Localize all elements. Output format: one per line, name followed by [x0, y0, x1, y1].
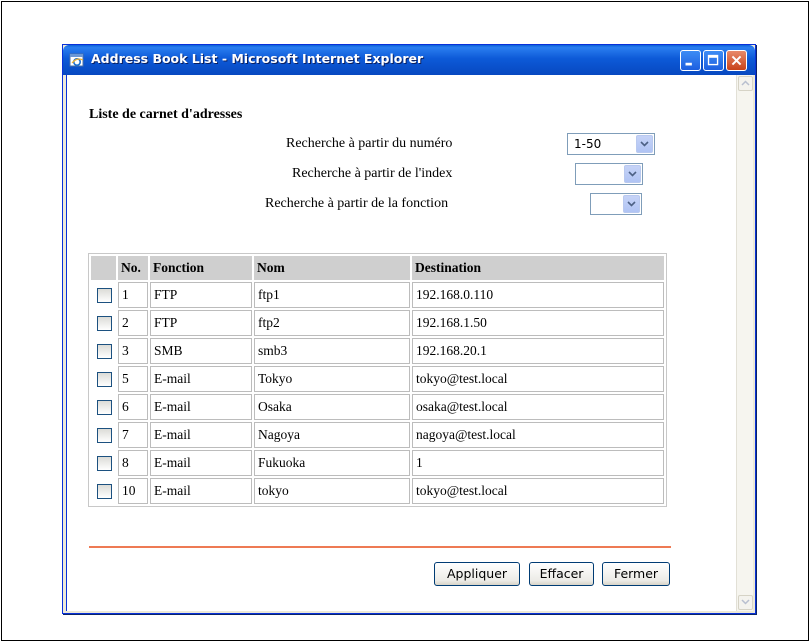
header-destination: Destination: [412, 256, 664, 280]
row-name: ftp1: [254, 282, 410, 308]
row-checkbox[interactable]: [97, 400, 112, 416]
browser-content-area: Liste de carnet d'adresses Recherche à p…: [66, 75, 753, 611]
chevron-down-icon[interactable]: [636, 135, 653, 153]
row-select-cell[interactable]: [91, 422, 116, 448]
row-name: smb3: [254, 338, 410, 364]
maximize-button[interactable]: [703, 50, 724, 71]
row-no: 1: [118, 282, 148, 308]
row-name: Osaka: [254, 394, 410, 420]
page-content: Liste de carnet d'adresses Recherche à p…: [67, 75, 736, 611]
table-row[interactable]: 5 E-mail Tokyo tokyo@test.local: [91, 366, 664, 392]
minimize-icon: [685, 62, 692, 66]
table-row[interactable]: 8 E-mail Fukuoka 1: [91, 450, 664, 476]
row-name: ftp2: [254, 310, 410, 336]
vertical-scrollbar[interactable]: [736, 75, 753, 611]
table-row[interactable]: 7 E-mail Nagoya nagoya@test.local: [91, 422, 664, 448]
row-function: E-mail: [150, 478, 252, 504]
close-window-button[interactable]: [726, 50, 747, 71]
search-by-function-select[interactable]: [590, 193, 642, 215]
row-checkbox[interactable]: [97, 456, 112, 472]
internet-explorer-icon: [69, 53, 84, 67]
row-no: 2: [118, 310, 148, 336]
row-select-cell[interactable]: [91, 478, 116, 504]
outer-frame: Address Book List - Microsoft Internet E…: [1, 1, 809, 641]
row-checkbox[interactable]: [97, 484, 112, 500]
row-destination: 192.168.0.110: [412, 282, 664, 308]
row-no: 5: [118, 366, 148, 392]
chevron-down-icon[interactable]: [623, 195, 640, 213]
chevron-down-icon[interactable]: [624, 165, 641, 183]
row-destination: osaka@test.local: [412, 394, 664, 420]
table-row[interactable]: 1 FTP ftp1 192.168.0.110: [91, 282, 664, 308]
table-header-row: No. Fonction Nom Destination: [91, 256, 664, 280]
row-no: 6: [118, 394, 148, 420]
maximize-icon: [707, 54, 719, 66]
apply-button[interactable]: Appliquer: [434, 562, 520, 586]
minimize-button[interactable]: [680, 50, 701, 71]
row-function: E-mail: [150, 394, 252, 420]
row-checkbox[interactable]: [97, 316, 112, 332]
row-function: E-mail: [150, 366, 252, 392]
search-by-number-row: Recherche à partir du numéro 1-50: [67, 133, 736, 157]
row-name: tokyo: [254, 478, 410, 504]
table-row[interactable]: 2 FTP ftp2 192.168.1.50: [91, 310, 664, 336]
search-by-number-label: Recherche à partir du numéro: [286, 136, 453, 151]
row-no: 7: [118, 422, 148, 448]
scroll-down-button[interactable]: [738, 595, 753, 610]
chevron-up-icon: [741, 80, 750, 86]
table-row[interactable]: 3 SMB smb3 192.168.20.1: [91, 338, 664, 364]
row-function: SMB: [150, 338, 252, 364]
table-row[interactable]: 10 E-mail tokyo tokyo@test.local: [91, 478, 664, 504]
search-by-number-value: 1-50: [574, 137, 602, 151]
clear-button[interactable]: Effacer: [529, 562, 594, 586]
header-name: Nom: [254, 256, 410, 280]
row-select-cell[interactable]: [91, 450, 116, 476]
row-destination: 192.168.1.50: [412, 310, 664, 336]
row-destination: 192.168.20.1: [412, 338, 664, 364]
search-by-number-select[interactable]: 1-50: [567, 133, 655, 155]
search-by-index-row: Recherche à partir de l'index: [67, 163, 736, 187]
row-destination: nagoya@test.local: [412, 422, 664, 448]
row-function: FTP: [150, 310, 252, 336]
row-no: 8: [118, 450, 148, 476]
divider-line: [89, 546, 671, 548]
row-function: E-mail: [150, 450, 252, 476]
row-checkbox[interactable]: [97, 428, 112, 444]
scroll-up-button[interactable]: [738, 76, 753, 91]
row-name: Nagoya: [254, 422, 410, 448]
row-name: Tokyo: [254, 366, 410, 392]
row-select-cell[interactable]: [91, 366, 116, 392]
row-select-cell[interactable]: [91, 282, 116, 308]
table-row[interactable]: 6 E-mail Osaka osaka@test.local: [91, 394, 664, 420]
close-button[interactable]: Fermer: [602, 562, 670, 586]
address-table: No. Fonction Nom Destination 1 FTP ftp1: [88, 253, 667, 507]
row-checkbox[interactable]: [97, 372, 112, 388]
header-function: Fonction: [150, 256, 252, 280]
row-checkbox[interactable]: [97, 288, 112, 304]
title-bar[interactable]: Address Book List - Microsoft Internet E…: [63, 45, 755, 75]
header-select: [91, 256, 116, 280]
search-by-function-row: Recherche à partir de la fonction: [67, 193, 736, 217]
row-no: 3: [118, 338, 148, 364]
row-function: E-mail: [150, 422, 252, 448]
page-title: Liste de carnet d'adresses: [89, 107, 243, 122]
search-by-function-label: Recherche à partir de la fonction: [265, 196, 449, 211]
row-destination: tokyo@test.local: [412, 366, 664, 392]
close-icon: [731, 55, 742, 66]
chevron-down-icon: [741, 599, 750, 605]
row-select-cell[interactable]: [91, 338, 116, 364]
row-select-cell[interactable]: [91, 394, 116, 420]
header-no: No.: [118, 256, 148, 280]
row-function: FTP: [150, 282, 252, 308]
row-name: Fukuoka: [254, 450, 410, 476]
row-checkbox[interactable]: [97, 344, 112, 360]
ie-popup-window: Address Book List - Microsoft Internet E…: [62, 44, 756, 614]
row-select-cell[interactable]: [91, 310, 116, 336]
window-title: Address Book List - Microsoft Internet E…: [91, 51, 424, 66]
search-by-index-label: Recherche à partir de l'index: [292, 166, 453, 181]
row-destination: 1: [412, 450, 664, 476]
row-no: 10: [118, 478, 148, 504]
search-by-index-select[interactable]: [575, 163, 643, 185]
row-destination: tokyo@test.local: [412, 478, 664, 504]
